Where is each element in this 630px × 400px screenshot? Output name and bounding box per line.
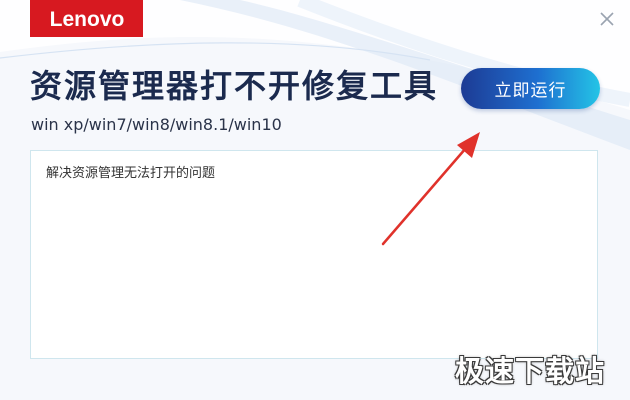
close-icon <box>600 12 614 26</box>
description-box: 解决资源管理无法打开的问题 <box>30 150 598 359</box>
app-window: Lenovo 资源管理器打不开修复工具 win xp/win7/win8/win… <box>0 0 630 400</box>
lenovo-logo: Lenovo <box>30 0 143 37</box>
logo-text: Lenovo <box>49 8 124 31</box>
watermark-text: 极速下载站 <box>455 354 606 388</box>
close-button[interactable] <box>596 8 618 30</box>
run-now-button[interactable]: 立即运行 <box>461 68 600 109</box>
description-text: 解决资源管理无法打开的问题 <box>46 166 216 181</box>
lenovo-logo-wordmark: Lenovo <box>49 8 124 31</box>
page-title: 资源管理器打不开修复工具 <box>30 67 439 105</box>
supported-os-text: win xp/win7/win8/win8.1/win10 <box>31 115 282 134</box>
